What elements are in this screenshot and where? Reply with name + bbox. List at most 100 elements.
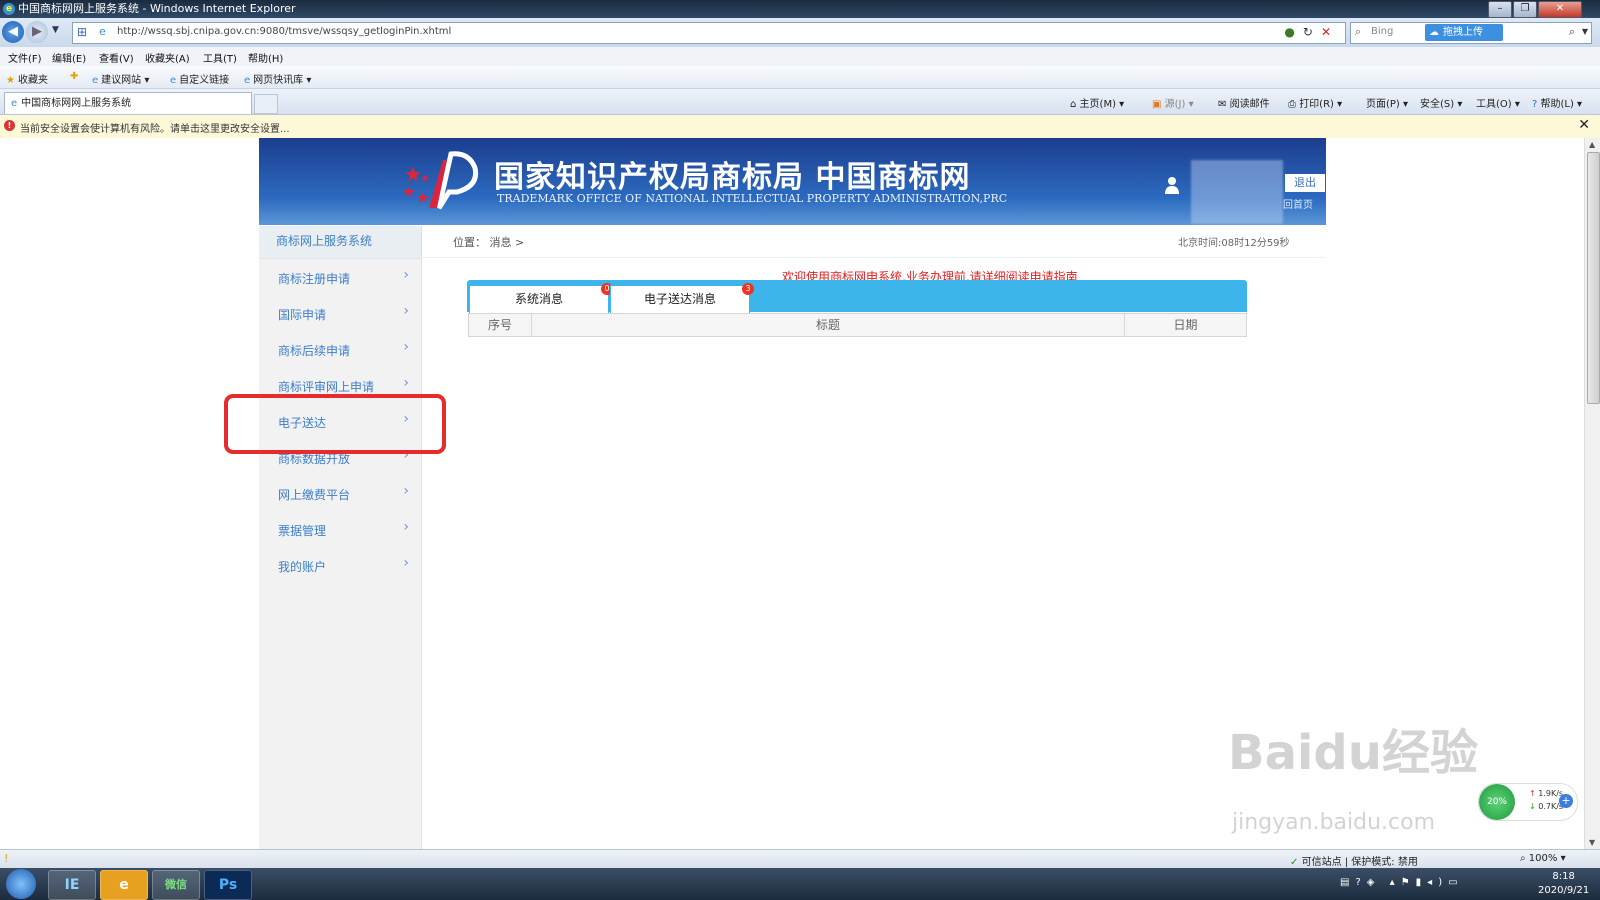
start-button[interactable] — [6, 869, 36, 899]
fav-suggested-sites[interactable]: e 建议网站 ▾ — [92, 71, 149, 86]
search-go-icon[interactable]: ⌕ — [1569, 25, 1575, 39]
system-clock[interactable]: 8:18 2020/9/21 — [1538, 870, 1589, 898]
cmd-help[interactable]: ? 帮助(L) ▾ — [1532, 95, 1582, 110]
security-zone[interactable]: ✓ 可信站点 | 保护模式: 禁用 — [1290, 853, 1418, 868]
security-icon: ● — [1284, 25, 1303, 39]
window-title-bar: e 中国商标网网上服务系统 - Windows Internet Explore… — [0, 0, 1600, 18]
taskbar-app-photoshop[interactable]: Ps — [204, 870, 252, 900]
window-title: 中国商标网网上服务系统 - Windows Internet Explorer — [18, 2, 296, 15]
menu-help[interactable]: 帮助(H) — [248, 50, 283, 65]
network-speed-widget[interactable]: 20% ↑ 1.9K/s ↓ 0.7K/s + — [1478, 783, 1578, 821]
cmd-print[interactable]: ⎙ 打印(R) ▾ — [1288, 95, 1342, 110]
message-table-header: 序号 标题 日期 — [468, 313, 1247, 337]
sidebar-title: 商标网上服务系统 — [259, 226, 421, 259]
scroll-thumb[interactable] — [1587, 152, 1600, 404]
add-favorite-button[interactable]: ✚ — [70, 71, 81, 82]
keyboard-icon: ▤ — [1340, 877, 1356, 888]
sidebar-item-follow-up[interactable]: 商标后续申请 › — [259, 332, 421, 368]
cmd-tools[interactable]: 工具(O) ▾ — [1476, 95, 1520, 110]
site-title: 国家知识产权局商标局 中国商标网 — [494, 160, 971, 195]
scroll-down-icon[interactable]: ▼ — [1589, 838, 1595, 847]
zoom-icon: ⌕ — [1520, 853, 1526, 864]
sidebar-item-my-account[interactable]: 我的账户 › — [259, 548, 421, 584]
tab-e-delivery-messages[interactable]: 电子送达消息 3 — [610, 283, 754, 313]
status-bar: ! ✓ 可信站点 | 保护模式: 禁用 ⌕ 100% ▾ — [0, 849, 1600, 869]
menu-tools[interactable]: 工具(T) — [203, 50, 237, 65]
download-speed: ↓ 0.7K/s — [1529, 802, 1564, 811]
zoom-level[interactable]: ⌕ 100% ▾ — [1520, 853, 1566, 864]
cmd-safety[interactable]: 安全(S) ▾ — [1420, 95, 1462, 110]
sidebar-item-label: 网上缴费平台 — [278, 488, 351, 502]
column-header-date[interactable]: 日期 — [1125, 314, 1246, 336]
menu-file[interactable]: 文件(F) — [8, 50, 42, 65]
search-input[interactable]: ⌕ Bing ☁ 拖拽上传 ⌕ ▼ — [1350, 22, 1592, 44]
column-header-title[interactable]: 标题 — [532, 314, 1124, 336]
system-tray[interactable]: ▤?◈ ▴⚑▮◂)▭ — [1340, 877, 1464, 888]
sidebar-item-international[interactable]: 国际申请 › — [259, 296, 421, 332]
help-icon: ? — [1532, 99, 1538, 110]
sidebar-item-label: 商标注册申请 — [278, 272, 351, 286]
ie-icon: e — [3, 3, 15, 15]
scroll-up-icon[interactable]: ▲ — [1589, 140, 1595, 149]
page-icon: e — [99, 25, 106, 38]
trademark-emblem-icon — [403, 151, 479, 210]
taskbar-app-wechat[interactable]: 微信 — [152, 870, 200, 900]
url-actions[interactable]: ●↻✕ — [1284, 25, 1339, 39]
compat-icon[interactable]: ⊞ — [77, 25, 87, 39]
url-field[interactable]: ⊞ e http://wssq.sbj.cnipa.gov.cn:9080/tm… — [72, 22, 1346, 44]
favorites-bar: ★ 收藏夹 ✚ e 建议网站 ▾ e 自定义链接 e 网页快讯库 ▾ — [0, 66, 1600, 89]
refresh-icon: ↻ — [1302, 25, 1321, 39]
menu-view[interactable]: 查看(V) — [99, 50, 134, 65]
sidebar-item-payment[interactable]: 网上缴费平台 › — [259, 476, 421, 512]
minimize-button[interactable]: – — [1488, 1, 1512, 18]
highlight-annotation — [224, 394, 446, 454]
message-tab-strip: 系统消息 0 电子送达消息 3 — [467, 280, 1247, 313]
info-bar-text[interactable]: 当前安全设置会使计算机有风险。请单击这里更改安全设置... — [20, 120, 290, 135]
search-engine-label: Bing — [1371, 26, 1394, 37]
forward-button[interactable]: ▶ — [26, 21, 48, 43]
stop-icon: ✕ — [1320, 25, 1339, 39]
sidebar-item-invoices[interactable]: 票据管理 › — [259, 512, 421, 548]
menu-favorites[interactable]: 收藏夹(A) — [145, 50, 190, 65]
back-button[interactable]: ◀ — [2, 21, 24, 43]
upload-button[interactable]: ☁ 拖拽上传 — [1425, 24, 1503, 41]
taskbar-app-ie[interactable]: IE — [48, 870, 96, 900]
favorites-button[interactable]: ★ 收藏夹 — [6, 71, 48, 86]
tab-system-messages[interactable]: 系统消息 0 — [469, 283, 613, 313]
fav-custom-links[interactable]: e 自定义链接 — [170, 71, 229, 86]
close-window-button[interactable]: ✕ — [1538, 1, 1582, 18]
maximize-button[interactable]: ❐ — [1513, 1, 1537, 18]
column-header-index[interactable]: 序号 — [469, 314, 531, 336]
add-star-icon: ✚ — [70, 71, 79, 82]
new-tab-button[interactable] — [254, 94, 278, 114]
close-icon[interactable]: ✕ — [1578, 117, 1590, 133]
vertical-scrollbar[interactable]: ▲ ▼ — [1584, 138, 1600, 849]
clock-date: 2020/9/21 — [1538, 885, 1590, 896]
ie-page-icon: e — [92, 75, 99, 86]
cmd-page[interactable]: 页面(P) ▾ — [1366, 95, 1408, 110]
url-text[interactable]: http://wssq.sbj.cnipa.gov.cn:9080/tmsve/… — [117, 26, 451, 37]
sidebar-item-trademark-registration[interactable]: 商标注册申请 › — [259, 260, 421, 296]
tab-command-bar: e 中国商标网网上服务系统 ⌂ 主页(M) ▾ ▣ 源(J) ▾ ✉ 阅读邮件 ⎙… — [0, 89, 1600, 115]
cmd-read-mail[interactable]: ✉ 阅读邮件 — [1218, 95, 1270, 110]
network-icon: ◈ — [1366, 877, 1381, 888]
address-bar: ◀ ▶ ▼ ⊞ e http://wssq.sbj.cnipa.gov.cn:9… — [0, 18, 1600, 47]
cmd-home[interactable]: ⌂ 主页(M) ▾ — [1070, 95, 1124, 110]
home-link[interactable]: 回首页 — [1283, 196, 1313, 211]
search-options-icon[interactable]: ▼ — [1582, 27, 1588, 36]
sidebar: 商标网上服务系统 商标注册申请 › 国际申请 › 商标后续申请 › 商标评审网上申请 ›… — [259, 226, 422, 849]
browser-tab[interactable]: e 中国商标网网上服务系统 — [4, 92, 252, 114]
fav-web-slice[interactable]: e 网页快讯库 ▾ — [244, 71, 311, 86]
unread-badge: 3 — [742, 283, 754, 295]
upload-speed: ↑ 1.9K/s — [1529, 789, 1564, 798]
history-dropdown-icon[interactable]: ▼ — [52, 25, 59, 35]
home-icon: ⌂ — [1070, 99, 1077, 110]
cmd-feeds[interactable]: ▣ 源(J) ▾ — [1152, 95, 1194, 110]
logout-button[interactable]: 退出 — [1285, 174, 1325, 192]
plus-icon[interactable]: + — [1559, 794, 1573, 808]
chevron-right-icon: › — [403, 375, 409, 391]
taskbar-app-browser[interactable]: e — [100, 870, 148, 900]
security-info-bar[interactable]: ! 当前安全设置会使计算机有风险。请单击这里更改安全设置... ✕ — [0, 115, 1600, 139]
menu-edit[interactable]: 编辑(E) — [52, 50, 86, 65]
arrow-up-icon: ▴ — [1389, 877, 1401, 888]
